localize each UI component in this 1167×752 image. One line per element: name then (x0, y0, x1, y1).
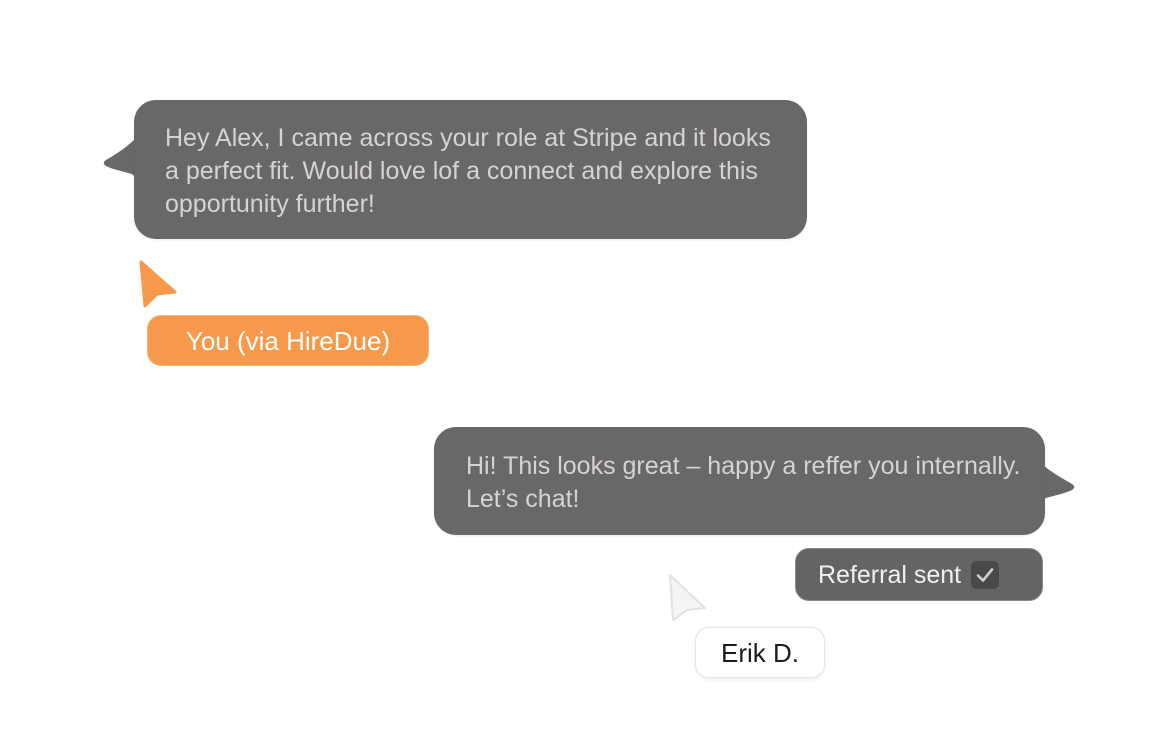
message-text: Hi! This looks great – happy a reffer yo… (466, 452, 1021, 513)
badge-label: Referral sent (818, 560, 962, 589)
sender-label: You (via HireDue) (185, 326, 391, 356)
sender-label: Erik D. (721, 638, 799, 668)
cursor-pointer-icon (139, 260, 177, 308)
checkmark-icon (971, 560, 1000, 589)
message-bubble-reply: Hi! This looks great – happy a reffer yo… (434, 427, 1045, 535)
sender-tag-you: You (via HireDue) (147, 315, 429, 366)
referral-sent-badge: Referral sent (795, 548, 1043, 601)
message-text: Hey Alex, I came across your role at Str… (165, 124, 771, 218)
cursor-pointer-icon (669, 574, 706, 621)
sender-tag-erik: Erik D. (695, 627, 825, 678)
message-bubble-outgoing: Hey Alex, I came across your role at Str… (134, 100, 807, 239)
